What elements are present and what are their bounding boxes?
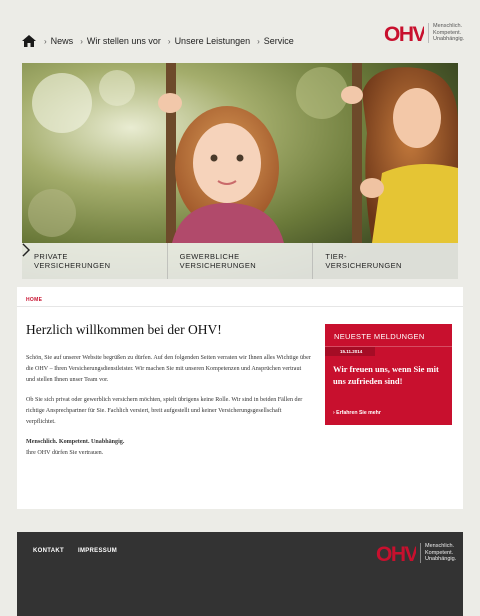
news-headline[interactable]: Wir freuen uns, wenn Sie mit uns zufried… <box>333 363 445 387</box>
breadcrumb[interactable]: HOME <box>26 297 42 303</box>
tagline-line: Menschlich. <box>433 23 463 30</box>
nav-item-label: Unsere Leistungen <box>174 36 251 46</box>
category-label-line: Tier- <box>325 251 347 261</box>
category-pet-insurance[interactable]: Tier- Versicherungen <box>22 243 458 279</box>
category-business-insurance[interactable]: Gewerbliche Versicherungen <box>22 243 314 279</box>
footer-logo[interactable]: OHV Menschlich. Kompetent. Unabhängig. <box>376 542 456 564</box>
intro-paragraph: Schön, Sie auf unserer Website begrüßen … <box>26 355 311 383</box>
news-date: 15.11.2014 <box>325 347 375 356</box>
category-label-line: Versicherungen <box>179 261 257 270</box>
nav-item-services[interactable]: › Unsere Leistungen <box>168 36 250 46</box>
chevron-right-icon: › <box>80 36 83 46</box>
nav-item-label: Wir stellen uns vor <box>86 36 161 46</box>
divider <box>17 306 463 307</box>
ohv-logo-mark: OHV <box>376 543 416 564</box>
motto-subtext: Ihre OHV dürfen Sie vertrauen. <box>26 450 104 456</box>
svg-text:OHV: OHV <box>376 543 416 564</box>
nav-item-about[interactable]: › Wir stellen uns vor <box>80 36 161 46</box>
chevron-right-icon: › <box>44 36 47 46</box>
category-label-line: Private <box>34 251 68 261</box>
chevron-right-icon <box>22 243 30 257</box>
category-label: Private Versicherungen <box>34 252 110 271</box>
tagline-line: Unabhängig. <box>433 36 465 43</box>
tagline-line: Menschlich. <box>425 543 455 550</box>
news-heading: Neueste Meldungen <box>325 324 452 347</box>
read-more-link[interactable]: › Erfahren Sie mehr <box>333 410 381 416</box>
logo-divider <box>428 23 429 43</box>
intro-paragraph: Ob Sie sich privat oder gewerblich versi… <box>26 397 303 425</box>
nav-item-label: Service <box>263 36 294 46</box>
category-label-line: Versicherungen <box>34 261 111 270</box>
category-bar: Private Versicherungen Gewerbliche Versi… <box>22 243 458 279</box>
category-private-insurance[interactable]: Private Versicherungen <box>22 243 168 279</box>
ohv-logo[interactable]: OHV Menschlich. Kompetent. Unabhängig. <box>384 22 464 44</box>
logo-divider <box>420 543 421 563</box>
logo-tagline: Menschlich. Kompetent. Unabhängig. <box>433 23 464 43</box>
welcome-text: Herzlich willkommen bei der OHV! Schön, … <box>26 322 311 459</box>
home-icon[interactable] <box>22 35 36 47</box>
footer-link-imprint[interactable]: IMPRESSUM <box>78 548 117 554</box>
nav-item-label: News <box>50 36 74 46</box>
logo-tagline: Menschlich. Kompetent. Unabhängig. <box>425 543 456 563</box>
nav-item-news[interactable]: › News <box>44 36 73 46</box>
footer-links: KONTAKT IMPRESSUM <box>33 548 117 554</box>
site-header: › News › Wir stellen uns vor › Unsere Le… <box>0 0 480 62</box>
footer-link-contact[interactable]: KONTAKT <box>33 548 64 554</box>
main-nav: › News › Wir stellen uns vor › Unsere Le… <box>44 36 294 46</box>
chevron-right-icon: › <box>257 36 260 46</box>
news-box: Neueste Meldungen 15.11.2014 Wir freuen … <box>325 324 452 425</box>
tagline-line: Kompetent. <box>425 549 454 556</box>
tagline-line: Kompetent. <box>433 29 462 36</box>
page-title: Herzlich willkommen bei der OHV! <box>26 322 222 337</box>
chevron-right-icon: › <box>167 36 171 46</box>
category-label-line: Versicherungen <box>325 261 402 270</box>
nav-item-service[interactable]: › Service <box>257 36 294 46</box>
hero-image: Private Versicherungen Gewerbliche Versi… <box>22 63 458 279</box>
svg-text:OHV: OHV <box>384 23 424 44</box>
motto: Menschlich. Kompetent. Unabhängig. <box>26 439 125 445</box>
tagline-line: Unabhängig. <box>425 556 457 563</box>
category-label: Gewerbliche Versicherungen <box>180 252 256 271</box>
category-label: Tier- Versicherungen <box>325 252 401 271</box>
main-content: HOME Herzlich willkommen bei der OHV! Sc… <box>17 287 463 509</box>
category-label-line: Gewerbliche <box>179 251 240 261</box>
ohv-logo-mark: OHV <box>384 23 424 44</box>
site-footer: KONTAKT IMPRESSUM OHV Menschlich. Kompet… <box>17 532 463 616</box>
